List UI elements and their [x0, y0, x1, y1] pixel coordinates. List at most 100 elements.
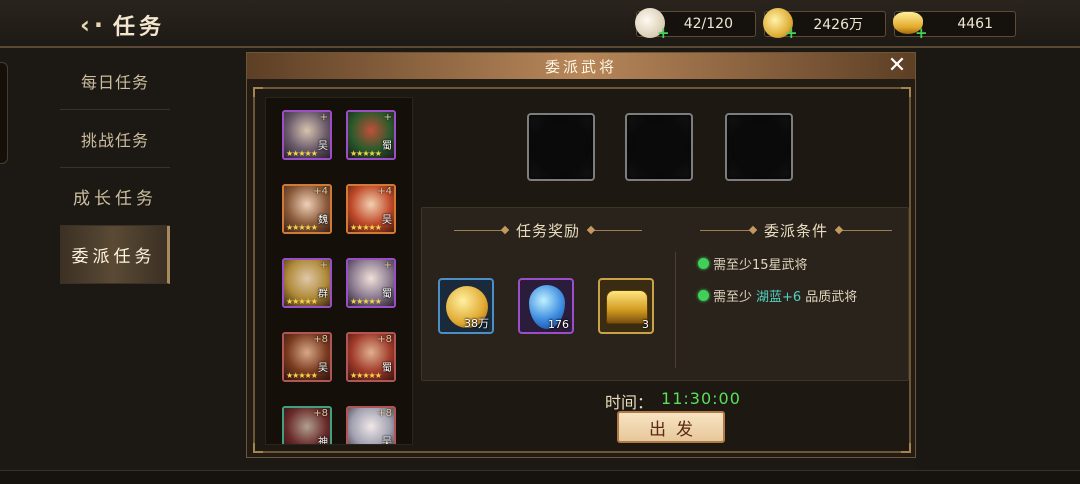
back-arrow-icon[interactable]: ‹· — [80, 11, 107, 39]
tab-growth[interactable]: 成长任务 — [60, 168, 170, 226]
dialog-body: + 吴 ★★★★★ + 蜀 ★★★★★ +4 魏 ★★★★★ +4 吴 ★★★★… — [253, 87, 911, 453]
delegate-dialog: 委派武将 ✕ + 吴 ★★★★★ + 蜀 ★★★★★ +4 魏 ★★★★★ +4… — [246, 52, 916, 458]
hero-faction: 吴 — [382, 437, 392, 445]
coin-resource: + 2426万 — [763, 8, 886, 42]
tab-delegation-label: 委派任务 — [71, 247, 156, 267]
divider-ornament — [700, 230, 754, 231]
hero-card[interactable]: +4 吴 ★★★★★ — [346, 184, 396, 234]
tab-challenge[interactable]: 挑战任务 — [60, 110, 170, 168]
ingot-value: 4461 — [957, 16, 993, 32]
hero-faction: 吴 — [318, 363, 328, 374]
time-label: 时间： — [605, 393, 654, 412]
ingot-resource: + 4461 — [893, 11, 1016, 42]
tab-growth-label: 成长任务 — [73, 189, 157, 209]
hero-faction: 蜀 — [382, 141, 392, 152]
star-icon: ★★★★★ — [350, 149, 382, 158]
hero-card[interactable]: +8 蜀 ★★★★★ — [346, 332, 396, 382]
reward-panel: 任务奖励 委派条件 38万 176 3 需至少15星武将 需至少 湖蓝+6 品质… — [421, 207, 909, 381]
dialog-header: 委派武将 — [247, 53, 915, 79]
hero-plus: + — [319, 112, 328, 123]
hero-card[interactable]: + 蜀 ★★★★★ — [346, 258, 396, 308]
hero-slot-1[interactable] — [527, 113, 595, 181]
task-tabs: 每日任务 挑战任务 成长任务 委派任务 — [60, 52, 170, 284]
add-bun-icon[interactable]: + — [657, 24, 670, 42]
bun-value: 42/120 — [683, 16, 733, 32]
hero-card[interactable]: +4 魏 ★★★★★ — [282, 184, 332, 234]
tab-challenge-label: 挑战任务 — [80, 130, 149, 150]
coin-value: 2426万 — [813, 17, 863, 33]
hero-plus: + — [383, 112, 392, 123]
star-icon: ★★★★★ — [286, 149, 318, 158]
background-panel — [916, 48, 1080, 484]
divider-ornament — [590, 230, 643, 231]
hero-plus: +4 — [313, 186, 328, 197]
rewards-title: 任务奖励 — [516, 222, 581, 240]
divider-ornament — [454, 230, 506, 231]
star-icon: ★★★★★ — [350, 223, 382, 232]
hero-card[interactable]: +8 吴 — [346, 406, 396, 445]
hero-card[interactable]: + 蜀 ★★★★★ — [346, 110, 396, 160]
condition-text: 需至少 — [713, 290, 753, 305]
depart-label: 出发 — [649, 419, 703, 440]
depart-button[interactable]: 出发 — [617, 411, 725, 443]
tab-daily[interactable]: 每日任务 — [60, 52, 170, 110]
tab-daily-label: 每日任务 — [80, 72, 149, 92]
reward-item[interactable]: 3 — [598, 278, 654, 334]
divider — [675, 252, 676, 368]
hero-card[interactable]: +8 吴 ★★★★★ — [282, 332, 332, 382]
condition-highlight: 湖蓝+6 — [756, 290, 802, 305]
tab-delegation[interactable]: 委派任务 — [60, 226, 170, 284]
time-value: 11:30:00 — [661, 389, 741, 408]
hero-plus: +8 — [313, 334, 328, 345]
hero-faction: 魏 — [318, 215, 328, 226]
condition-item: 需至少15星武将 — [698, 254, 808, 273]
reward-item[interactable]: 38万 — [438, 278, 494, 334]
corner-ornament — [253, 443, 263, 453]
condition-suffix: 品质武将 — [805, 290, 858, 305]
check-dot-icon — [698, 258, 709, 269]
hero-plus: +4 — [377, 186, 392, 197]
hero-plus: +8 — [313, 408, 328, 419]
star-icon: ★★★★★ — [286, 223, 318, 232]
back-button[interactable]: ‹· 任务 — [80, 8, 165, 42]
check-dot-icon — [698, 290, 709, 301]
conditions-title: 委派条件 — [764, 222, 829, 240]
hero-faction: 蜀 — [382, 363, 392, 374]
hero-faction: 蜀 — [382, 289, 392, 300]
dialog-title: 委派武将 — [544, 57, 617, 76]
conditions-heading: 委派条件 — [700, 220, 893, 241]
hero-list[interactable]: + 吴 ★★★★★ + 蜀 ★★★★★ +4 魏 ★★★★★ +4 吴 ★★★★… — [265, 97, 413, 445]
hero-plus: + — [383, 260, 392, 271]
bun-resource: + 42/120 — [635, 8, 756, 42]
hero-faction: 群 — [318, 289, 328, 300]
page-title: 任务 — [113, 15, 166, 40]
bottom-strip — [0, 470, 1080, 484]
hero-card[interactable]: + 吴 ★★★★★ — [282, 110, 332, 160]
time-row: 时间： 11:30:00 — [605, 389, 741, 413]
star-icon: ★★★★★ — [286, 297, 318, 306]
corner-ornament — [901, 443, 911, 453]
add-coin-icon[interactable]: + — [785, 24, 798, 42]
condition-text: 需至少15星武将 — [713, 258, 808, 273]
hero-faction: 吴 — [382, 215, 392, 226]
reward-item[interactable]: 176 — [518, 278, 574, 334]
hero-plus: + — [319, 260, 328, 271]
hero-slot-2[interactable] — [625, 113, 693, 181]
hero-plus: +8 — [377, 334, 392, 345]
hero-slot-3[interactable] — [725, 113, 793, 181]
hero-card[interactable]: + 群 ★★★★★ — [282, 258, 332, 308]
star-icon: ★★★★★ — [286, 371, 318, 380]
star-icon: ★★★★★ — [350, 297, 382, 306]
reward-count: 38万 — [464, 317, 489, 330]
close-icon[interactable]: ✕ — [885, 54, 909, 78]
hero-faction: 神 — [318, 437, 328, 445]
divider-ornament — [838, 230, 893, 231]
hero-card[interactable]: +8 神 — [282, 406, 332, 445]
star-icon: ★★★★★ — [350, 371, 382, 380]
corner-ornament — [253, 87, 263, 97]
add-ingot-icon[interactable]: + — [915, 24, 928, 42]
top-bar: ‹· 任务 + 42/120 + 2426万 + 4461 — [0, 0, 1080, 48]
condition-item: 需至少 湖蓝+6 品质武将 — [698, 286, 857, 305]
side-drawer-handle[interactable] — [0, 62, 8, 164]
corner-ornament — [901, 87, 911, 97]
